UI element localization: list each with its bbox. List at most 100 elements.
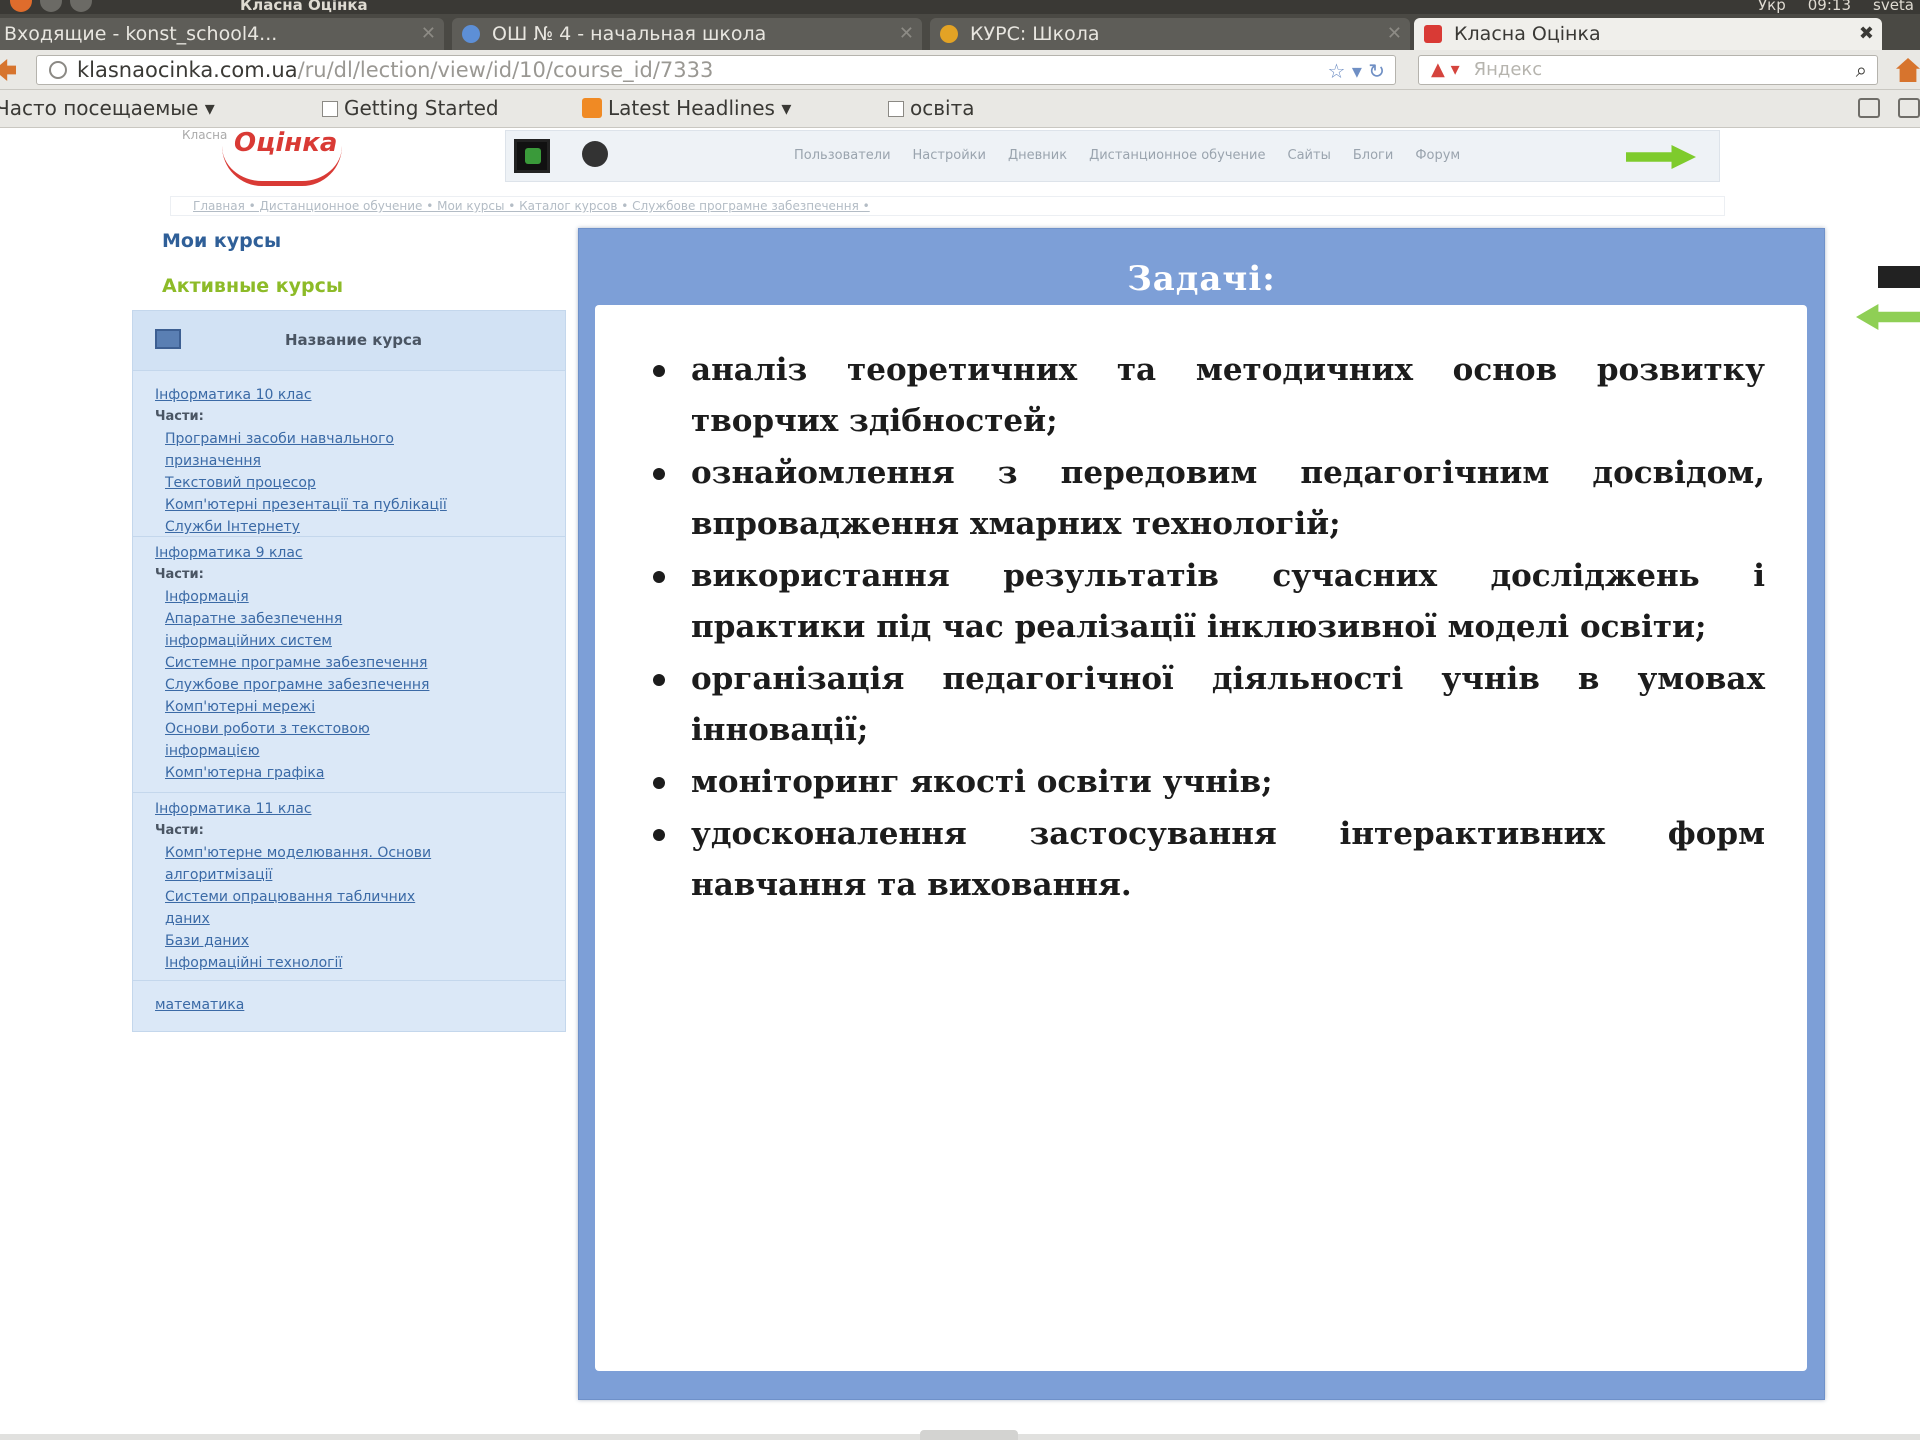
page-icon bbox=[888, 101, 904, 117]
tab-label: КУРС: Школа bbox=[970, 23, 1100, 45]
bookmark-most-visited[interactable]: Часто посещаемые ▾ bbox=[0, 96, 215, 120]
tab-mail[interactable]: Входящие - konst_school4... ✕ bbox=[0, 18, 444, 50]
breadcrumb[interactable]: Главная • Дистанционное обучение • Мои к… bbox=[170, 196, 1725, 216]
close-icon[interactable]: ✕ bbox=[899, 23, 914, 44]
course-group: Інформатика 10 клас Части: Програмні зас… bbox=[133, 371, 565, 537]
part-link[interactable]: Інформація bbox=[165, 589, 249, 605]
nav-forum[interactable]: Форум bbox=[1415, 148, 1460, 163]
tab-klasna-ocinka[interactable]: Класна Оцінка ✖ bbox=[1414, 18, 1882, 50]
page-icon bbox=[322, 101, 338, 117]
part-link[interactable]: Системи опрацювання табличних bbox=[165, 889, 415, 905]
window-close-button[interactable] bbox=[10, 0, 32, 12]
scroll-handle[interactable] bbox=[920, 1430, 1018, 1440]
globe-icon bbox=[462, 25, 480, 43]
task-item: аналіз теоретичних та методичних основ р… bbox=[645, 345, 1765, 447]
parts-label: Части: bbox=[155, 823, 204, 838]
part-link[interactable]: інформацією bbox=[165, 743, 260, 759]
nav-sites[interactable]: Сайты bbox=[1288, 148, 1331, 163]
part-link[interactable]: Служби Інтернету bbox=[165, 519, 300, 535]
site-identity-icon[interactable] bbox=[49, 61, 67, 79]
arrow-right-icon[interactable] bbox=[1626, 145, 1696, 169]
part-link[interactable]: призначення bbox=[165, 453, 261, 469]
arrow-left-icon[interactable] bbox=[1856, 304, 1920, 330]
part-link[interactable]: Системне програмне забезпечення bbox=[165, 655, 427, 671]
bookmark-osvita[interactable]: освіта bbox=[888, 96, 974, 120]
part-link[interactable]: алгоритмізації bbox=[165, 867, 272, 883]
course-link[interactable]: Інформатика 9 клас bbox=[155, 545, 303, 561]
course-name-column: Название курса bbox=[285, 331, 422, 349]
part-link[interactable]: Інформаційні технології bbox=[165, 955, 342, 971]
os-top-bar: Класна Оцінка Укр 09:13 sveta bbox=[0, 0, 1920, 14]
slide-body: аналіз теоретичних та методичних основ р… bbox=[595, 305, 1807, 1371]
tab-label: ОШ № 4 - начальная школа bbox=[492, 23, 767, 45]
slide-title: Задачі: bbox=[1127, 259, 1276, 299]
reload-icon[interactable]: ☆ ▾ ↻ bbox=[1328, 59, 1385, 83]
window-icon[interactable] bbox=[1858, 98, 1880, 118]
address-bar[interactable]: klasnaocinka.com.ua/ru/dl/lection/view/i… bbox=[36, 55, 1396, 85]
back-arrow-icon[interactable] bbox=[0, 59, 16, 81]
nav-diary[interactable]: Дневник bbox=[1008, 148, 1067, 163]
search-engine-icon[interactable]: ▲ ▾ bbox=[1431, 59, 1460, 80]
course-link[interactable]: математика bbox=[155, 997, 244, 1013]
addon-icon[interactable] bbox=[1898, 98, 1920, 118]
course-link[interactable]: Інформатика 10 клас bbox=[155, 387, 312, 403]
my-courses-heading[interactable]: Мои курсы bbox=[162, 230, 281, 252]
parts-label: Части: bbox=[155, 409, 204, 424]
part-link[interactable]: Комп'ютерне моделювання. Основи bbox=[165, 845, 431, 861]
tab-school[interactable]: ОШ № 4 - начальная школа ✕ bbox=[452, 18, 922, 50]
part-link[interactable]: Основи роботи з текстовою bbox=[165, 721, 370, 737]
search-box[interactable]: ▲ ▾ Яндекс ⌕ bbox=[1418, 55, 1878, 85]
mouse-icon bbox=[582, 141, 608, 167]
clock: 09:13 bbox=[1807, 0, 1851, 14]
home-icon[interactable] bbox=[1896, 58, 1920, 82]
part-link[interactable]: Комп'ютерні презентації та публікації bbox=[165, 497, 447, 513]
url-domain: klasnaocinka.com.ua bbox=[77, 58, 298, 82]
bookmark-getting-started[interactable]: Getting Started bbox=[322, 96, 499, 120]
nav-blogs[interactable]: Блоги bbox=[1353, 148, 1393, 163]
keyboard-layout[interactable]: Укр bbox=[1758, 0, 1786, 14]
rss-icon bbox=[582, 98, 602, 118]
nav-distance-learning[interactable]: Дистанционное обучение bbox=[1089, 148, 1265, 163]
part-link[interactable]: даних bbox=[165, 911, 210, 927]
close-icon[interactable]: ✕ bbox=[421, 23, 436, 44]
window-maximize-button[interactable] bbox=[70, 0, 92, 12]
user-menu[interactable]: sveta bbox=[1873, 0, 1914, 14]
tab-course[interactable]: КУРС: Школа ✕ bbox=[930, 18, 1410, 50]
part-link[interactable]: інформаційних систем bbox=[165, 633, 332, 649]
site-header: Класна Оцінка Пользователи Настройки Дне… bbox=[0, 128, 1920, 190]
part-link[interactable]: Програмні засоби навчального bbox=[165, 431, 394, 447]
task-list: аналіз теоретичних та методичних основ р… bbox=[645, 345, 1765, 912]
window-controls bbox=[10, 0, 92, 12]
course-list-header: Название курса bbox=[133, 311, 565, 371]
course-list-panel: Название курса Інформатика 10 клас Части… bbox=[132, 310, 566, 1032]
course-group: Інформатика 11 клас Части: Комп'ютерне м… bbox=[133, 793, 565, 981]
nav-users[interactable]: Пользователи bbox=[794, 148, 891, 163]
part-link[interactable]: Текстовий процесор bbox=[165, 475, 316, 491]
book-icon bbox=[155, 329, 181, 349]
search-icon[interactable]: ⌕ bbox=[1856, 58, 1867, 82]
bookmark-latest-headlines[interactable]: Latest Headlines ▾ bbox=[582, 96, 791, 120]
active-courses-link[interactable]: Активные курсы bbox=[162, 275, 343, 297]
part-link[interactable]: Апаратне забезпечення bbox=[165, 611, 342, 627]
window-minimize-button[interactable] bbox=[40, 0, 62, 12]
part-link[interactable]: Комп'ютерна графіка bbox=[165, 765, 324, 781]
part-link[interactable]: Службове програмне забезпечення bbox=[165, 677, 429, 693]
nav-settings[interactable]: Настройки bbox=[913, 148, 986, 163]
system-tray: Укр 09:13 sveta bbox=[1758, 0, 1914, 14]
task-item: удосконалення застосування інтерактивних… bbox=[645, 809, 1765, 911]
course-site-icon bbox=[940, 25, 958, 43]
side-panel-handle[interactable] bbox=[1878, 266, 1920, 288]
task-item: використання результатів сучасних дослід… bbox=[645, 551, 1765, 653]
tab-label: Класна Оцінка bbox=[1454, 23, 1601, 45]
site-favicon-icon bbox=[1424, 25, 1442, 43]
course-link[interactable]: Інформатика 11 клас bbox=[155, 801, 312, 817]
close-icon[interactable]: ✖ bbox=[1859, 23, 1874, 44]
search-placeholder: Яндекс bbox=[1473, 59, 1543, 80]
bookmarks-toolbar: Часто посещаемые ▾ Getting Started Lates… bbox=[0, 90, 1920, 128]
close-icon[interactable]: ✕ bbox=[1387, 23, 1402, 44]
window-title: Класна Оцінка bbox=[240, 0, 368, 14]
part-link[interactable]: Бази даних bbox=[165, 933, 249, 949]
part-link[interactable]: Комп'ютерні мережі bbox=[165, 699, 315, 715]
logo-small-text: Класна bbox=[182, 128, 228, 142]
site-logo[interactable]: Класна Оцінка bbox=[182, 128, 422, 188]
